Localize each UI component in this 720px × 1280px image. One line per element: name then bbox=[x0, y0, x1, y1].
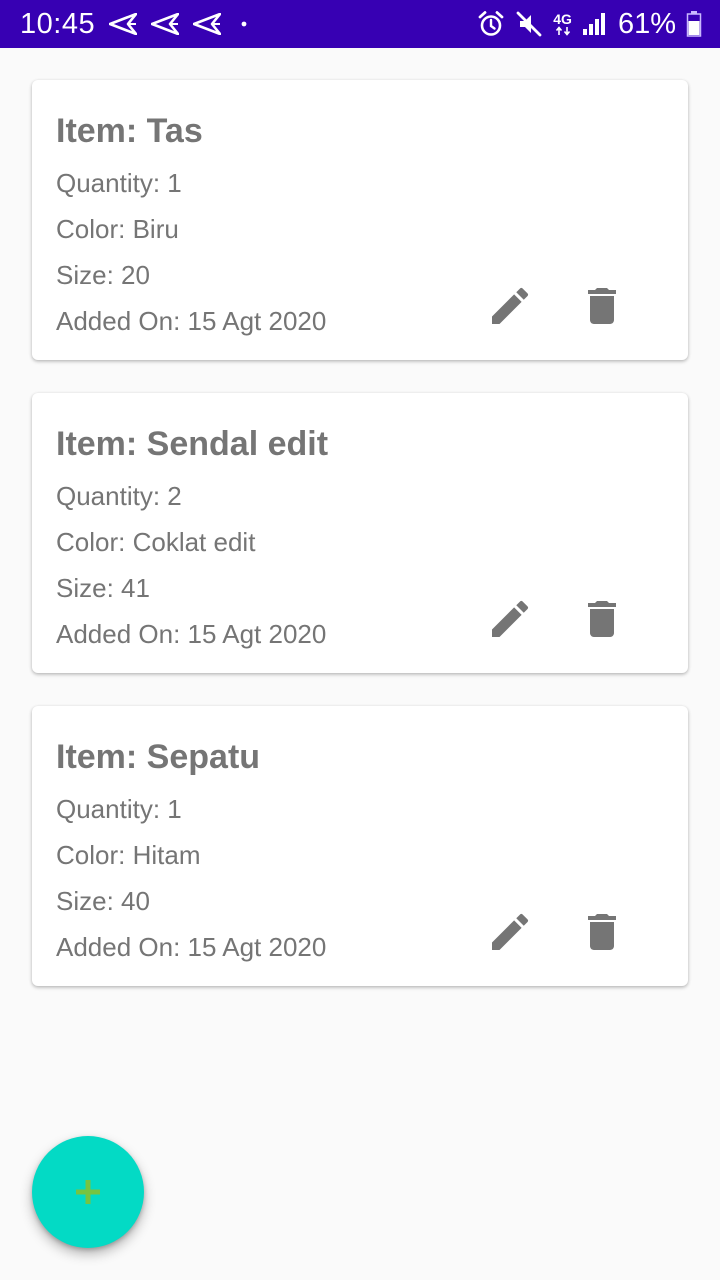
edit-button[interactable] bbox=[482, 278, 538, 334]
edit-button[interactable] bbox=[482, 591, 538, 647]
item-size: Size: 20 bbox=[56, 260, 150, 290]
send-icon bbox=[151, 13, 180, 35]
item-quantity: Quantity: 2 bbox=[56, 481, 182, 511]
status-left: 10:45 bbox=[20, 8, 253, 41]
item-list: Item: Tas Quantity: 1 Color: Biru Size: … bbox=[32, 80, 688, 1019]
delete-button[interactable] bbox=[574, 278, 630, 334]
item-card: Item: Tas Quantity: 1 Color: Biru Size: … bbox=[32, 80, 688, 360]
item-card: Item: Sendal edit Quantity: 2 Color: Cok… bbox=[32, 393, 688, 673]
battery-icon bbox=[686, 10, 702, 38]
pencil-icon bbox=[492, 287, 529, 324]
network-indicator: 4G bbox=[553, 12, 572, 36]
network-label: 4G bbox=[553, 11, 572, 27]
trash-icon bbox=[588, 601, 616, 637]
dot-icon bbox=[235, 20, 253, 28]
edit-button[interactable] bbox=[482, 904, 538, 960]
item-color: Color: Biru bbox=[56, 214, 179, 244]
delete-button[interactable] bbox=[574, 591, 630, 647]
status-right: 4G 61% bbox=[477, 8, 702, 41]
send-icon bbox=[193, 13, 222, 35]
status-time: 10:45 bbox=[20, 7, 96, 40]
pencil-icon bbox=[492, 600, 529, 637]
item-size: Size: 40 bbox=[56, 886, 150, 916]
plus-icon bbox=[76, 1180, 100, 1204]
item-added-on: Added On: 15 Agt 2020 bbox=[56, 932, 327, 962]
trash-icon bbox=[588, 288, 616, 324]
item-added-on: Added On: 15 Agt 2020 bbox=[56, 306, 327, 336]
trash-icon bbox=[588, 914, 616, 950]
item-color: Color: Hitam bbox=[56, 840, 201, 870]
delete-button[interactable] bbox=[574, 904, 630, 960]
data-arrows-icon bbox=[555, 26, 570, 36]
item-added-on: Added On: 15 Agt 2020 bbox=[56, 619, 327, 649]
mute-icon bbox=[515, 10, 543, 38]
item-quantity: Quantity: 1 bbox=[56, 794, 182, 824]
item-quantity: Quantity: 1 bbox=[56, 168, 182, 198]
send-icon bbox=[109, 13, 138, 35]
add-item-button[interactable] bbox=[32, 1136, 144, 1248]
item-title: Item: Tas bbox=[56, 112, 203, 150]
status-bar: 10:45 4G 61% bbox=[0, 0, 720, 48]
battery-text: 61% bbox=[617, 7, 676, 40]
item-size: Size: 41 bbox=[56, 573, 150, 603]
item-card: Item: Sepatu Quantity: 1 Color: Hitam Si… bbox=[32, 706, 688, 986]
pencil-icon bbox=[492, 913, 529, 950]
item-color: Color: Coklat edit bbox=[56, 527, 256, 557]
signal-icon bbox=[582, 11, 608, 37]
alarm-icon bbox=[477, 10, 505, 38]
item-title: Item: Sepatu bbox=[56, 738, 261, 776]
item-title: Item: Sendal edit bbox=[56, 425, 329, 463]
